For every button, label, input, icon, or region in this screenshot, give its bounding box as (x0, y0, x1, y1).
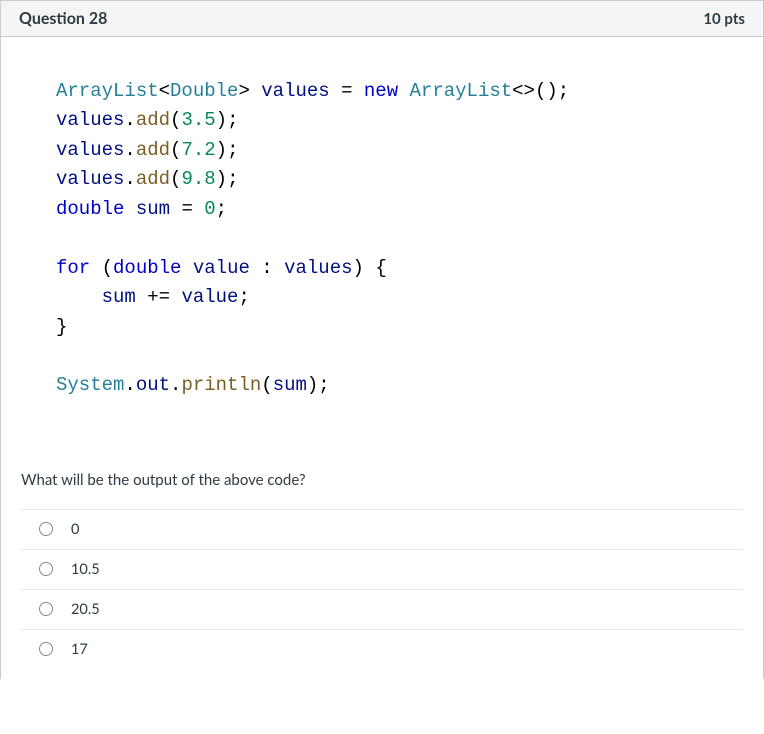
question-body: ArrayList<Double> values = new ArrayList… (1, 37, 763, 679)
question-prompt: What will be the output of the above cod… (21, 471, 708, 489)
answer-option[interactable]: 17 (21, 629, 743, 669)
answer-option[interactable]: 10.5 (21, 549, 743, 589)
question-header: Question 28 10 pts (1, 0, 763, 37)
answer-label: 17 (71, 641, 88, 658)
question-container: Question 28 10 pts ArrayList<Double> val… (0, 0, 764, 679)
code-block: ArrayList<Double> values = new ArrayList… (56, 77, 708, 401)
answer-label: 20.5 (71, 601, 100, 618)
radio-icon[interactable] (39, 602, 53, 616)
answer-list: 0 10.5 20.5 17 (21, 509, 743, 669)
question-title: Question 28 (19, 9, 107, 28)
answer-label: 10.5 (71, 561, 100, 578)
answer-option[interactable]: 0 (21, 509, 743, 549)
radio-icon[interactable] (39, 562, 53, 576)
answer-label: 0 (71, 521, 79, 538)
radio-icon[interactable] (39, 642, 53, 656)
answer-option[interactable]: 20.5 (21, 589, 743, 629)
radio-icon[interactable] (39, 522, 53, 536)
question-points: 10 pts (703, 10, 745, 28)
